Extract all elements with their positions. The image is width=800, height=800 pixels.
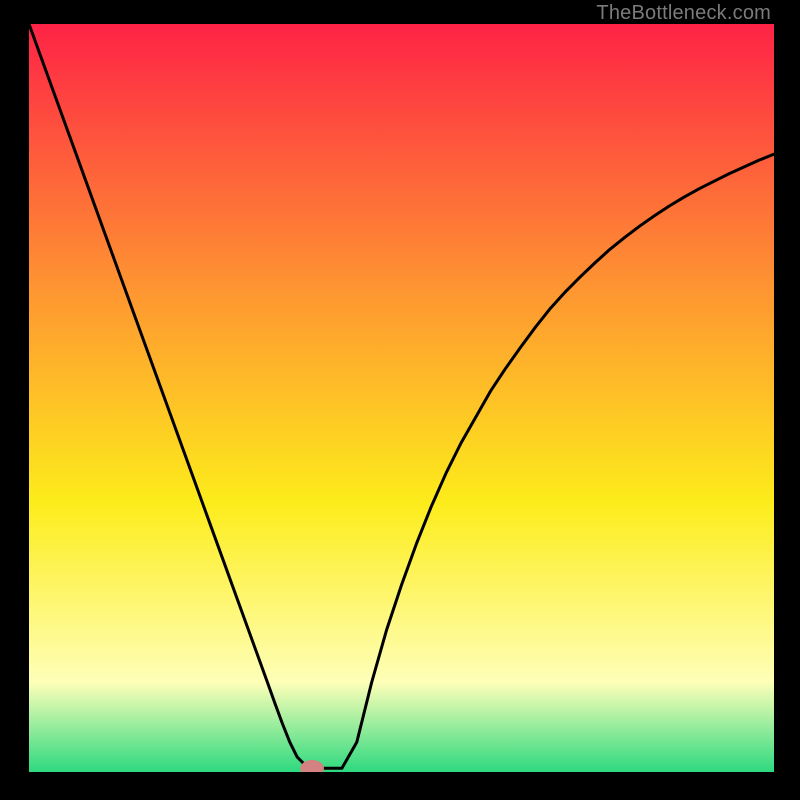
chart-frame: TheBottleneck.com bbox=[0, 0, 800, 800]
plot-area bbox=[29, 24, 774, 772]
bottleneck-curve bbox=[29, 24, 774, 772]
watermark-text: TheBottleneck.com bbox=[596, 2, 771, 25]
